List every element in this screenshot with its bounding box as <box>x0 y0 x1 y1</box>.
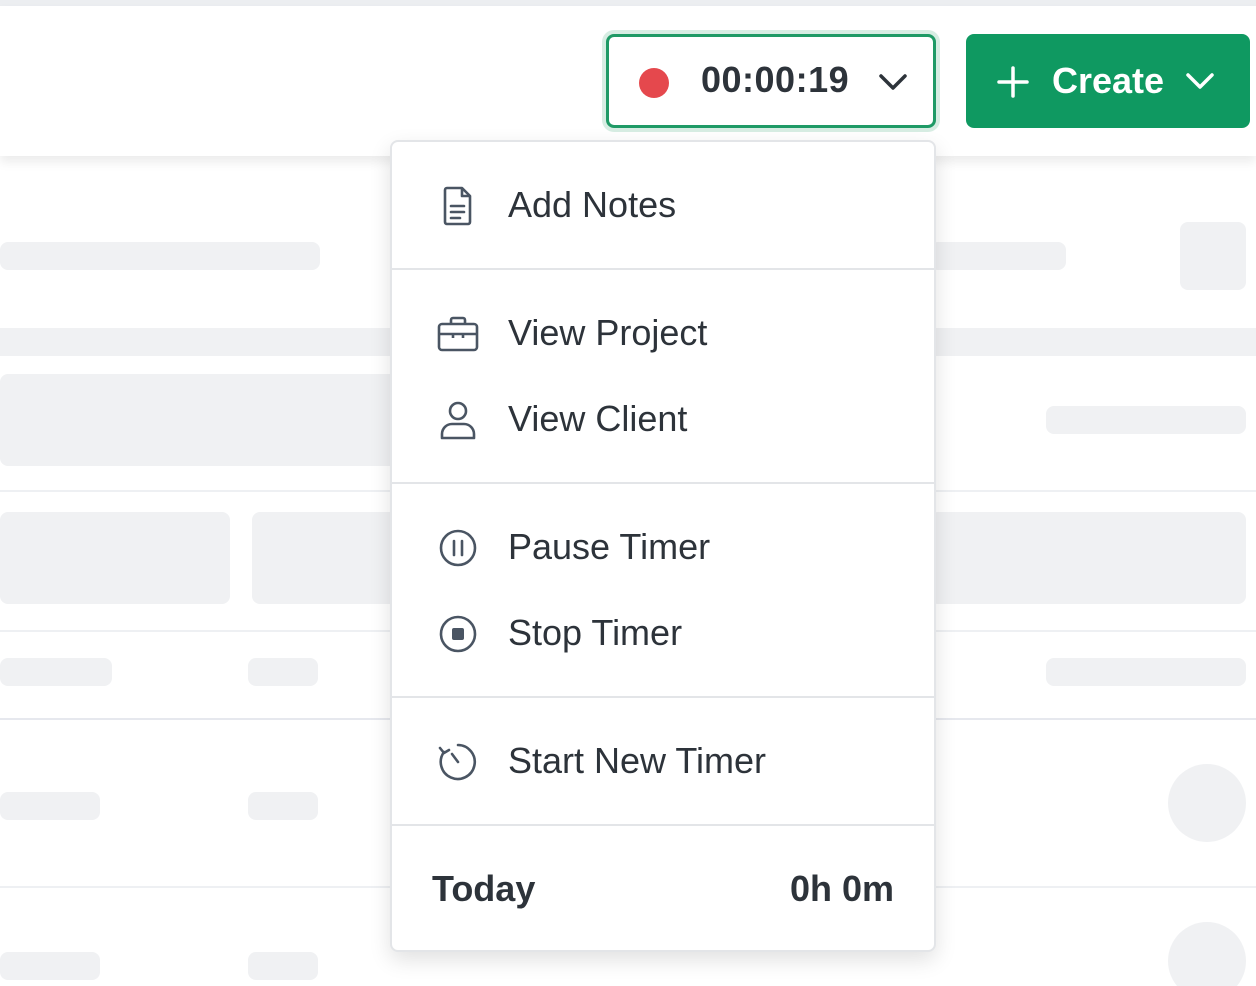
create-button[interactable]: Create <box>966 34 1250 128</box>
skeleton-bar <box>1046 658 1246 686</box>
skeleton-block <box>252 512 402 604</box>
menu-item-view-project[interactable]: View Project <box>392 292 934 372</box>
skeleton-bar <box>0 658 112 686</box>
skeleton-bar <box>930 242 1066 270</box>
skeleton-bar <box>1046 406 1246 434</box>
skeleton-bar <box>248 792 318 820</box>
app-page: 00:00:19 Create Add Notes View Project V… <box>0 0 1256 986</box>
document-icon <box>443 186 472 226</box>
menu-item-label: Add Notes <box>508 184 677 225</box>
timer-restart-icon <box>438 743 477 781</box>
today-label: Today <box>432 868 536 909</box>
menu-item-stop-timer[interactable]: Stop Timer <box>392 592 934 672</box>
user-icon <box>440 401 476 440</box>
skeleton-avatar <box>1168 764 1246 842</box>
menu-divider <box>392 696 934 698</box>
menu-item-label: Stop Timer <box>508 612 683 653</box>
pause-circle-icon <box>439 529 477 567</box>
menu-item-add-notes[interactable]: Add Notes <box>392 164 934 244</box>
skeleton-block <box>0 374 400 466</box>
skeleton-bar <box>0 952 100 980</box>
briefcase-icon <box>437 316 479 352</box>
menu-item-start-new-timer[interactable]: Start New Timer <box>392 720 934 800</box>
menu-item-view-client[interactable]: View Client <box>392 378 934 458</box>
plus-icon <box>997 66 1029 98</box>
menu-item-label: Pause Timer <box>508 526 711 567</box>
skeleton-bar <box>0 792 100 820</box>
chevron-down-icon <box>1186 73 1214 89</box>
menu-item-label: Start New Timer <box>508 740 767 781</box>
menu-item-label: View Project <box>508 312 708 353</box>
skeleton-bar <box>248 952 318 980</box>
skeleton-bar <box>248 658 318 686</box>
timer-elapsed: 00:00:19 <box>701 59 850 100</box>
stop-circle-icon <box>439 615 477 653</box>
skeleton-block <box>1180 222 1246 290</box>
today-total-time: 0h 0m <box>789 868 894 909</box>
menu-item-pause-timer[interactable]: Pause Timer <box>392 506 934 586</box>
skeleton-block <box>0 512 230 604</box>
top-header: 00:00:19 Create <box>0 6 1256 156</box>
menu-item-label: View Client <box>508 398 688 439</box>
menu-divider <box>392 482 934 484</box>
menu-divider <box>392 824 934 826</box>
chevron-down-icon <box>879 74 907 90</box>
menu-divider <box>392 268 934 270</box>
recording-dot-icon <box>639 68 669 98</box>
timer-dropdown-menu: Add Notes View Project View Client Pause… <box>390 140 936 952</box>
create-button-label: Create <box>1052 60 1165 101</box>
skeleton-bar <box>0 242 320 270</box>
skeleton-block <box>930 512 1246 604</box>
timer-button[interactable]: 00:00:19 <box>606 34 936 128</box>
skeleton-avatar <box>1168 922 1246 986</box>
